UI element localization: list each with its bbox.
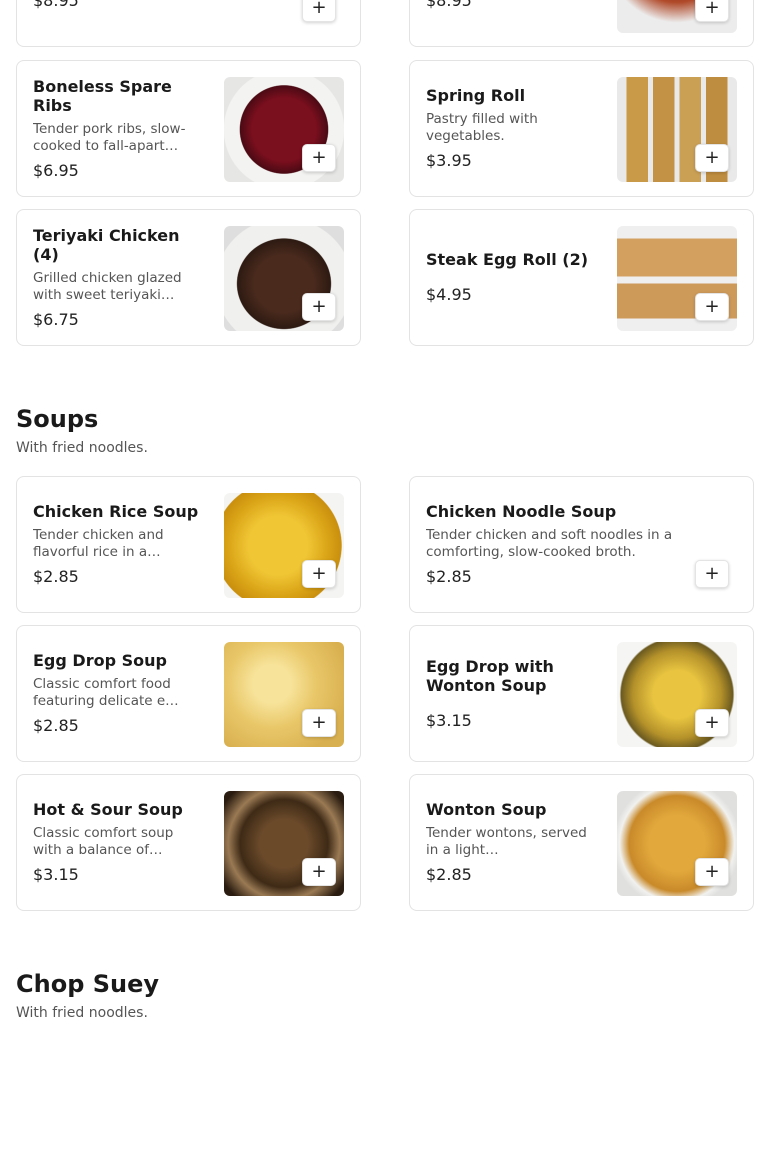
item-name: Boneless Spare Ribs bbox=[33, 76, 172, 115]
menu-item-card[interactable]: Hot & Sour Soup Classic comfort soup wit… bbox=[16, 774, 361, 911]
add-to-cart-button[interactable]: + bbox=[695, 144, 729, 172]
item-price: $2.85 bbox=[33, 567, 79, 586]
menu-item-card[interactable]: Spring Roll Pastry filled with vegetable… bbox=[409, 60, 754, 197]
item-name: Wonton Soup bbox=[426, 800, 547, 819]
item-price: $2.85 bbox=[426, 865, 472, 884]
section-subtitle: With fried noodles. bbox=[16, 440, 148, 456]
item-description: Grilled chicken glazed with sweet teriya… bbox=[33, 269, 182, 303]
add-to-cart-button[interactable]: + bbox=[302, 0, 336, 22]
menu-item-card[interactable]: $8.95 + bbox=[409, 0, 754, 47]
item-price: $3.95 bbox=[426, 151, 472, 170]
item-price: $3.15 bbox=[426, 710, 472, 730]
add-to-cart-button[interactable]: + bbox=[302, 293, 336, 321]
add-to-cart-button[interactable]: + bbox=[302, 709, 336, 737]
item-description: Tender wontons, served in a light… bbox=[426, 825, 587, 858]
item-name: Egg Drop Soup bbox=[33, 651, 167, 670]
item-price: $8.95 bbox=[426, 0, 472, 10]
menu-item-card[interactable]: Egg Drop Soup Classic comfort food featu… bbox=[16, 625, 361, 762]
menu-item-card[interactable]: Teriyaki Chicken (4) Grilled chicken gla… bbox=[16, 209, 361, 346]
item-name: Spring Roll bbox=[426, 86, 526, 105]
item-description: Classic comfort food featuring delicate … bbox=[33, 676, 179, 709]
add-to-cart-button[interactable]: + bbox=[695, 560, 729, 588]
section-title: Soups bbox=[16, 405, 99, 433]
menu-item-card[interactable]: Boneless Spare Ribs Tender pork ribs, sl… bbox=[16, 60, 361, 197]
item-price: $4.95 bbox=[426, 285, 472, 304]
item-description: Classic comfort soup with a balance of… bbox=[33, 825, 174, 858]
menu-item-card[interactable]: Steak Egg Roll (2) $4.95 + bbox=[409, 209, 754, 346]
section-title: Chop Suey bbox=[16, 970, 160, 998]
item-name: Teriyaki Chicken (4) bbox=[33, 225, 180, 264]
item-name: Chicken Noodle Soup bbox=[426, 502, 617, 521]
item-price: $8.95 bbox=[33, 0, 79, 10]
add-to-cart-button[interactable]: + bbox=[302, 560, 336, 588]
item-price: $3.15 bbox=[33, 865, 79, 884]
menu-item-card[interactable]: Chicken Rice Soup Tender chicken and fla… bbox=[16, 476, 361, 613]
add-to-cart-button[interactable]: + bbox=[695, 293, 729, 321]
add-to-cart-button[interactable]: + bbox=[695, 858, 729, 886]
add-to-cart-button[interactable]: + bbox=[302, 144, 336, 172]
menu-item-card[interactable]: Wonton Soup Tender wontons, served in a … bbox=[409, 774, 754, 911]
item-price: $2.85 bbox=[426, 567, 472, 586]
item-price: $6.95 bbox=[33, 160, 79, 180]
item-price: $2.85 bbox=[33, 716, 79, 735]
item-price: $6.75 bbox=[33, 309, 79, 329]
item-name: Egg Drop with Wonton Soup bbox=[426, 656, 554, 695]
item-description: Tender chicken and flavorful rice in a… bbox=[33, 527, 164, 560]
menu-item-card[interactable]: $8.95 + bbox=[16, 0, 361, 47]
item-name: Hot & Sour Soup bbox=[33, 800, 183, 819]
item-description: Tender chicken and soft noodles in a com… bbox=[426, 527, 673, 560]
item-name: Chicken Rice Soup bbox=[33, 502, 199, 521]
menu-item-card[interactable]: Chicken Noodle Soup Tender chicken and s… bbox=[409, 476, 754, 613]
item-description: Pastry filled with vegetables. bbox=[426, 111, 538, 144]
item-description: Tender pork ribs, slow-cooked to fall-ap… bbox=[33, 120, 186, 154]
add-to-cart-button[interactable]: + bbox=[695, 0, 729, 22]
item-name: Steak Egg Roll (2) bbox=[426, 250, 589, 269]
add-to-cart-button[interactable]: + bbox=[695, 709, 729, 737]
add-to-cart-button[interactable]: + bbox=[302, 858, 336, 886]
menu-item-card[interactable]: Egg Drop with Wonton Soup $3.15 + bbox=[409, 625, 754, 762]
section-subtitle: With fried noodles. bbox=[16, 1005, 148, 1021]
